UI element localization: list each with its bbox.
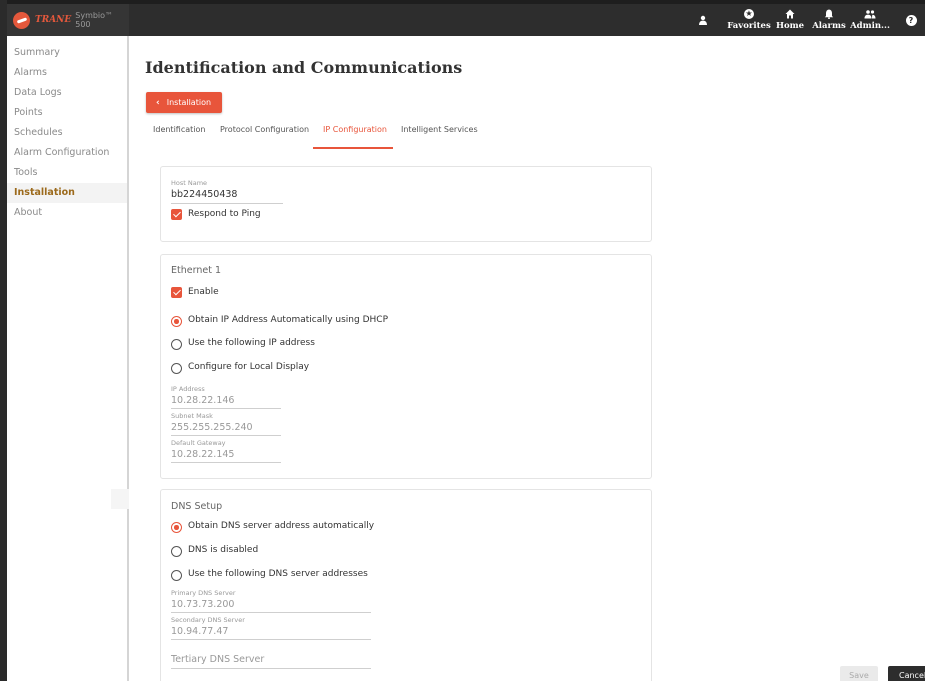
active-tab-indicator [313,147,393,149]
ip-address-label: IP Address [171,385,205,393]
back-to-installation-button[interactable]: ‹ Installation [146,92,222,113]
tab-identification[interactable]: Identification [153,125,205,147]
chevron-left-icon: ‹ [156,97,160,108]
brand-product: Symbio™ 500 [75,11,114,29]
brand-company: TRANE [35,15,72,25]
ip-address-underline [171,408,281,409]
ip-address-field[interactable]: 10.28.22.146 [171,395,234,406]
screen-edge-left [0,0,7,681]
tab-ip-configuration[interactable]: IP Configuration [323,125,387,147]
ethernet-card: Ethernet 1 Enable Obtain IP Address Auto… [160,254,652,479]
cancel-button[interactable]: Cancel [888,666,925,681]
brand[interactable]: TRANE Symbio™ 500 [7,4,129,36]
trane-logo-icon [13,11,30,29]
nav-favorites[interactable]: ★ Favorites [724,4,774,36]
secondary-dns-field[interactable]: 10.94.77.47 [171,626,228,637]
dns-disabled-radio[interactable] [171,546,182,557]
primary-dns-underline [171,612,371,613]
tertiary-dns-underline [171,668,371,669]
user-icon [699,15,707,25]
sidebar-item-schedules[interactable]: Schedules [7,123,127,143]
sidebar: Summary Alarms Data Logs Points Schedule… [7,36,129,681]
default-gateway-underline [171,462,281,463]
nav-favorites-label: Favorites [727,21,771,31]
secondary-dns-label: Secondary DNS Server [171,616,245,624]
tab-intelligent-services[interactable]: Intelligent Services [401,125,478,147]
static-ip-option-label: Use the following IP address [188,338,315,348]
nav-alarms[interactable]: Alarms [810,4,848,36]
sidebar-item-alarms[interactable]: Alarms [7,63,127,83]
primary-dns-field[interactable]: 10.73.73.200 [171,599,234,610]
sidebar-item-tools[interactable]: Tools [7,163,127,183]
ethernet-title: Ethernet 1 [171,265,221,276]
sidebar-item-about[interactable]: About [7,203,127,223]
dns-auto-radio[interactable] [171,522,182,533]
users-icon [864,10,876,19]
help-button[interactable]: ? [904,4,918,36]
local-display-option-label: Configure for Local Display [188,362,310,372]
bell-icon [824,9,834,20]
respond-to-ping-label: Respond to Ping [188,209,261,219]
enable-ethernet-checkbox[interactable] [171,287,182,298]
user-menu[interactable] [697,4,709,36]
nav-home-label: Home [775,21,805,31]
host-name-label: Host Name [171,179,208,187]
subnet-mask-field[interactable]: 255.255.255.240 [171,422,253,433]
enable-ethernet-label: Enable [188,287,219,297]
home-icon [785,9,795,19]
sidebar-item-points[interactable]: Points [7,103,127,123]
dns-card: DNS Setup Obtain DNS server address auto… [160,489,652,681]
respond-to-ping-checkbox[interactable] [171,209,182,220]
back-button-label: Installation [166,98,212,107]
dns-disabled-option-label: DNS is disabled [188,545,259,555]
subnet-mask-label: Subnet Mask [171,412,213,420]
host-name-field[interactable]: bb224450438 [171,189,237,200]
host-card: Host Name bb224450438 Respond to Ping [160,166,652,242]
sidebar-item-data-logs[interactable]: Data Logs [7,83,127,103]
sidebar-resize-handle[interactable] [111,489,129,509]
default-gateway-field[interactable]: 10.28.22.145 [171,449,234,460]
tab-protocol-configuration[interactable]: Protocol Configuration [220,125,309,147]
dns-auto-option-label: Obtain DNS server address automatically [188,521,375,531]
dhcp-radio[interactable] [171,316,182,327]
dns-manual-radio[interactable] [171,570,182,581]
primary-dns-label: Primary DNS Server [171,589,236,597]
dns-manual-option-label: Use the following DNS server addresses [188,569,368,579]
host-name-underline [171,203,283,204]
dhcp-option-label: Obtain IP Address Automatically using DH… [188,315,388,325]
help-icon: ? [905,14,917,26]
static-ip-radio[interactable] [171,339,182,350]
dns-title: DNS Setup [171,501,223,512]
default-gateway-label: Default Gateway [171,439,226,447]
sidebar-item-installation[interactable]: Installation [7,183,127,203]
nav-alarms-label: Alarms [812,21,846,31]
save-button[interactable]: Save [840,666,878,681]
page-title: Identification and Communications [145,58,463,77]
nav-admin[interactable]: Admin... [850,4,890,36]
local-display-radio[interactable] [171,363,182,374]
nav-admin-label: Admin... [850,21,890,31]
sidebar-item-summary[interactable]: Summary [7,43,127,63]
nav-home[interactable]: Home [775,4,805,36]
sidebar-item-alarm-configuration[interactable]: Alarm Configuration [7,143,127,163]
secondary-dns-underline [171,639,371,640]
subnet-mask-underline [171,435,281,436]
tertiary-dns-field[interactable]: Tertiary DNS Server [171,654,264,665]
star-circle-icon: ★ [744,9,754,19]
top-bar: TRANE Symbio™ 500 ★ Favorites Home Alarm… [7,4,925,36]
